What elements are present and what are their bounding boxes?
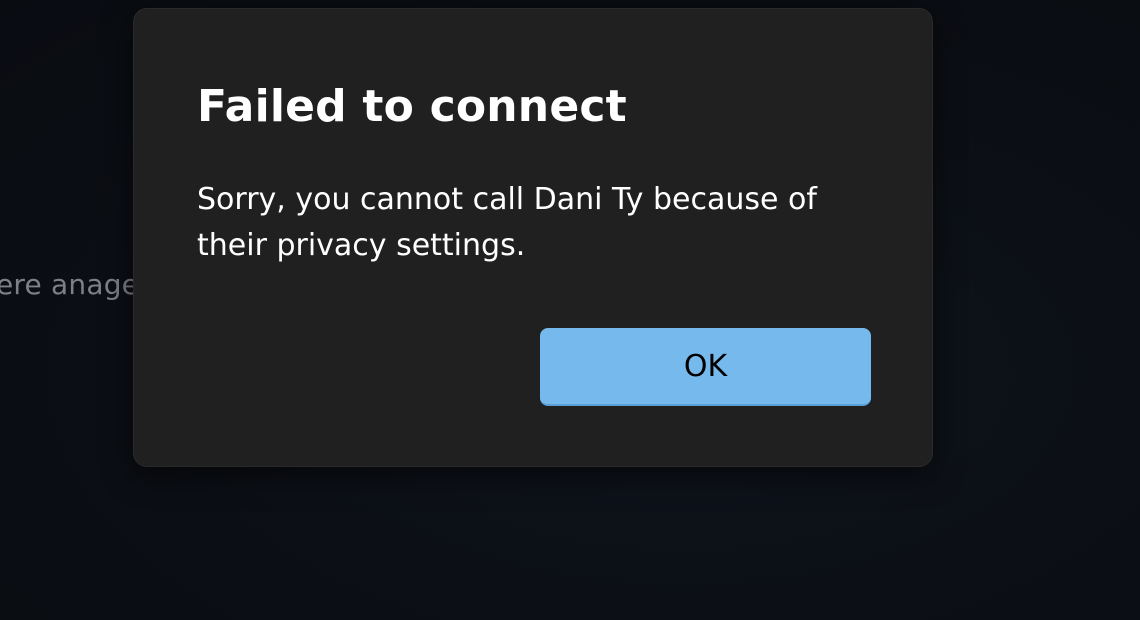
error-dialog: Failed to connect Sorry, you cannot call… <box>133 8 933 467</box>
dialog-message: Sorry, you cannot call Dani Ty because o… <box>197 182 817 263</box>
dialog-title: Failed to connect <box>197 81 627 132</box>
background-partial-text: ere anage <box>0 268 140 301</box>
ok-button[interactable]: OK <box>540 328 871 406</box>
